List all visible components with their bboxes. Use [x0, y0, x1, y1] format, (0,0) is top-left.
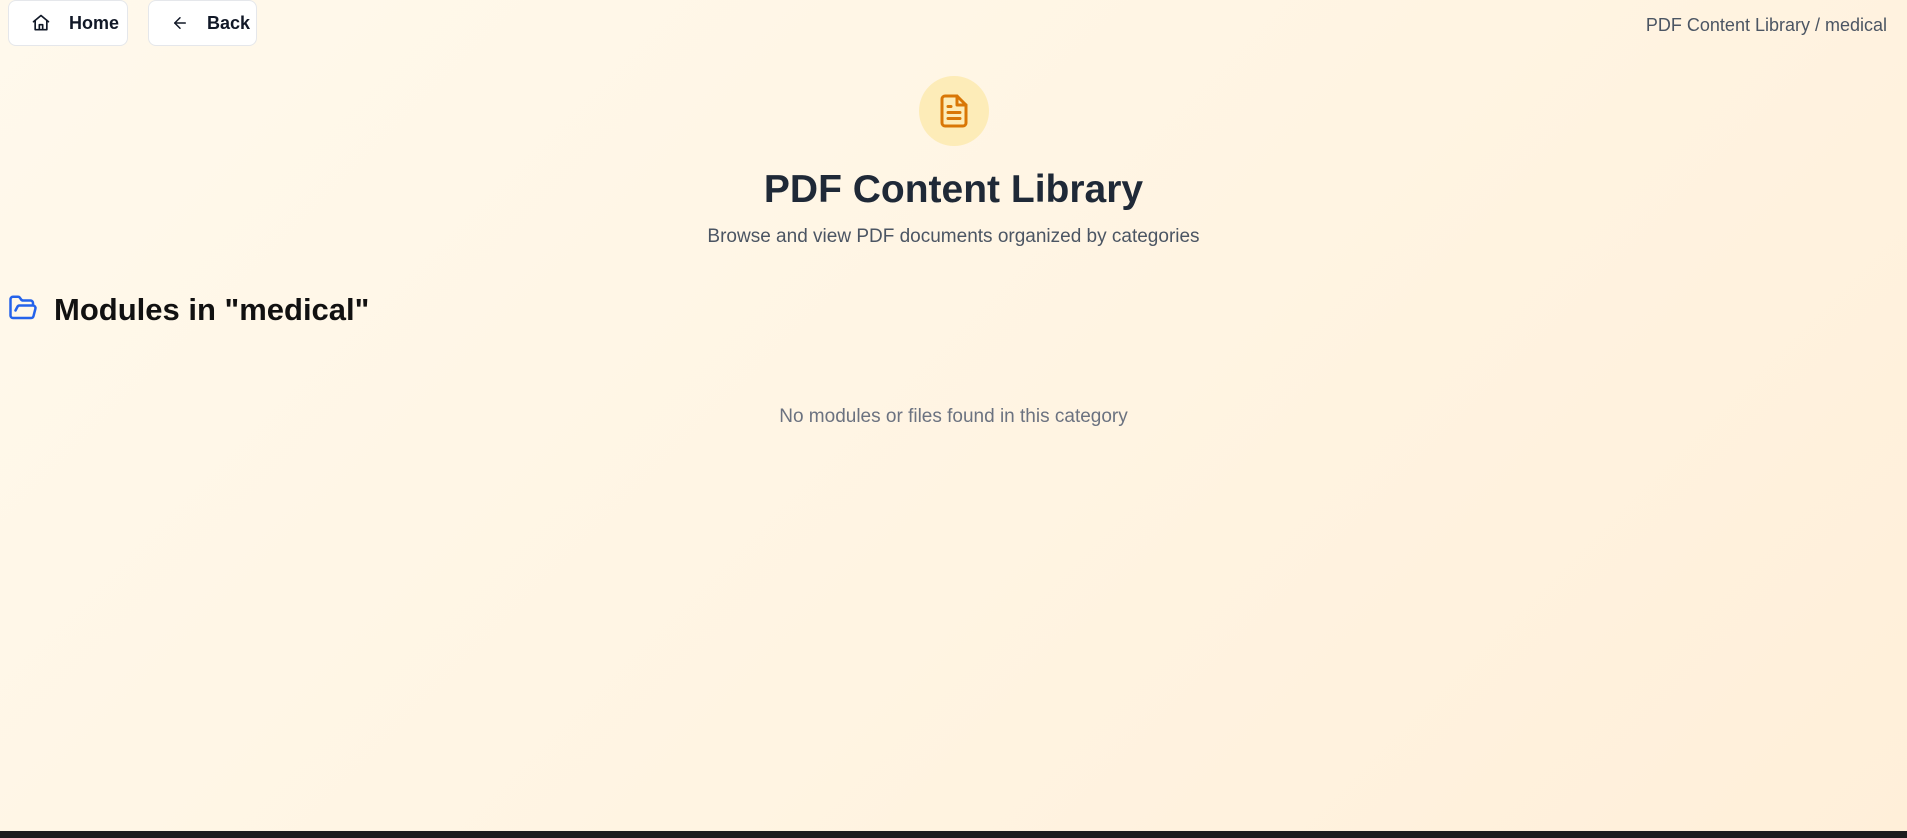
- top-bar: Home Back PDF Content Library / medical: [0, 0, 1907, 50]
- section-header: Modules in "medical": [8, 292, 369, 328]
- file-text-icon: [918, 76, 989, 146]
- folder-open-icon: [8, 293, 38, 328]
- page-header: PDF Content Library Browse and view PDF …: [0, 76, 1907, 248]
- arrow-left-icon: [171, 14, 189, 32]
- home-button-label: Home: [69, 12, 120, 33]
- home-button[interactable]: Home: [8, 0, 128, 46]
- page-title: PDF Content Library: [763, 168, 1144, 211]
- bottom-edge-bar: [0, 831, 1907, 838]
- section-title: Modules in "medical": [54, 292, 370, 327]
- back-button-label: Back: [207, 12, 251, 33]
- page-subtitle: Browse and view PDF documents organized …: [707, 226, 1200, 247]
- breadcrumb: PDF Content Library / medical: [1645, 15, 1887, 35]
- home-icon: [31, 13, 51, 33]
- back-button[interactable]: Back: [148, 0, 257, 46]
- empty-state-message: No modules or files found in this catego…: [779, 406, 1128, 427]
